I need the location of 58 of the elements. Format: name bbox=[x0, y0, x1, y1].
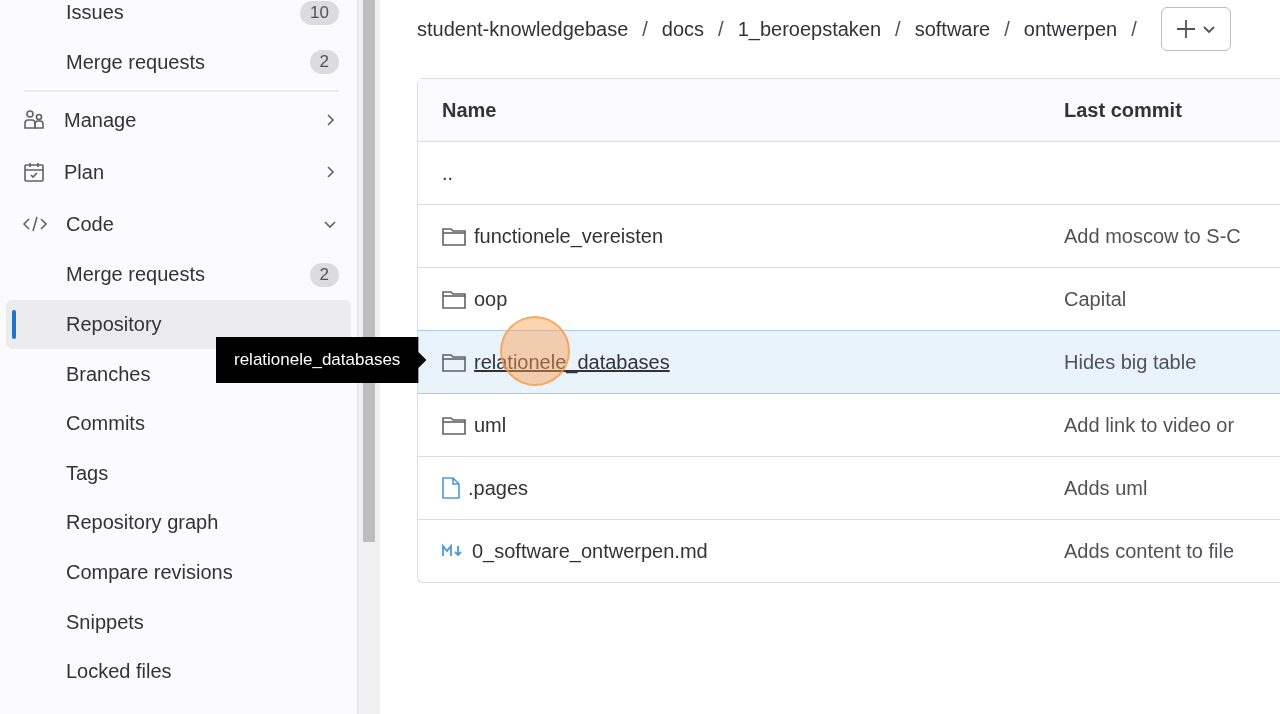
folder-icon bbox=[442, 289, 466, 309]
section-label: Manage bbox=[64, 108, 138, 132]
file-name-link[interactable]: uml bbox=[474, 413, 507, 437]
count-badge: 2 bbox=[309, 263, 339, 287]
count-badge: 10 bbox=[300, 0, 339, 25]
breadcrumb-link[interactable]: software bbox=[914, 17, 991, 41]
nav-section[interactable]: Code bbox=[6, 198, 351, 251]
folder-icon bbox=[442, 352, 466, 372]
column-header: Name bbox=[442, 98, 497, 122]
nav-item[interactable]: Compare revisions bbox=[6, 547, 351, 598]
file-name-link[interactable]: oop bbox=[474, 287, 508, 311]
breadcrumb-separator: / bbox=[642, 17, 648, 41]
nav-section[interactable]: Plan bbox=[6, 146, 351, 199]
breadcrumb-separator: / bbox=[895, 17, 901, 41]
section-label: Plan bbox=[64, 160, 106, 184]
nav-item[interactable]: Merge requests 2 bbox=[6, 250, 351, 300]
folder-icon bbox=[442, 415, 466, 435]
file-row[interactable]: .pages Adds uml bbox=[418, 456, 1280, 519]
file-name-link[interactable]: functionele_vereisten bbox=[474, 224, 663, 248]
nav-item[interactable]: Snippets bbox=[6, 597, 351, 647]
file-row[interactable]: functionele_vereisten Add moscow to S-C bbox=[418, 204, 1280, 267]
breadcrumb-separator: / bbox=[1131, 17, 1137, 41]
commit-message[interactable]: Adds uml bbox=[1064, 476, 1148, 499]
nav-item[interactable]: Repository bbox=[6, 299, 351, 350]
file-name-link[interactable]: .pages bbox=[468, 476, 529, 500]
breadcrumb-separator: / bbox=[1004, 17, 1010, 41]
count-badge: 2 bbox=[309, 50, 339, 75]
commit-message[interactable]: Add moscow to S-C bbox=[1064, 224, 1241, 247]
breadcrumb-link[interactable]: docs bbox=[661, 17, 705, 41]
column-header: Last commit bbox=[1064, 98, 1182, 121]
nav-item[interactable]: Repository graph bbox=[6, 498, 351, 548]
file-name-link[interactable]: .. bbox=[442, 161, 454, 185]
nav-item[interactable]: Merge requests 2 bbox=[6, 37, 351, 88]
folder-icon bbox=[442, 226, 466, 246]
calendar-icon bbox=[22, 160, 46, 185]
file-row[interactable]: 0_software_ontwerpen.md Adds content to file bbox=[418, 519, 1280, 582]
nav-item[interactable]: Tags bbox=[6, 448, 351, 499]
add-button[interactable] bbox=[1160, 7, 1231, 51]
file-row[interactable]: uml Add link to video or bbox=[418, 393, 1280, 456]
file-row[interactable]: .. bbox=[418, 141, 1280, 204]
section-label: Code bbox=[66, 212, 115, 236]
nav-item[interactable]: Locked files bbox=[6, 646, 351, 697]
breadcrumb-link[interactable]: 1_beroepstaken bbox=[737, 17, 882, 41]
commit-message[interactable]: Adds content to file bbox=[1064, 539, 1235, 562]
commit-message[interactable]: Hides big table bbox=[1064, 350, 1197, 373]
breadcrumb-link[interactable]: ontwerpen bbox=[1023, 17, 1118, 41]
nav-item[interactable]: Commits bbox=[6, 398, 351, 449]
breadcrumb-separator: / bbox=[718, 17, 724, 41]
file-name-link[interactable]: 0_software_ontwerpen.md bbox=[472, 539, 708, 563]
commit-message[interactable]: Add link to video or bbox=[1064, 413, 1235, 436]
nav-section[interactable]: Manage bbox=[6, 94, 351, 147]
tooltip: relationele_databases bbox=[216, 337, 427, 383]
breadcrumb-link[interactable]: student-knowledgebase bbox=[417, 17, 629, 41]
file-icon bbox=[442, 477, 460, 499]
nav-item[interactable]: Issues 10 bbox=[6, 0, 351, 38]
markdown-icon bbox=[442, 544, 464, 558]
commit-message[interactable]: Capital bbox=[1064, 287, 1127, 310]
plus-icon bbox=[1175, 19, 1196, 39]
